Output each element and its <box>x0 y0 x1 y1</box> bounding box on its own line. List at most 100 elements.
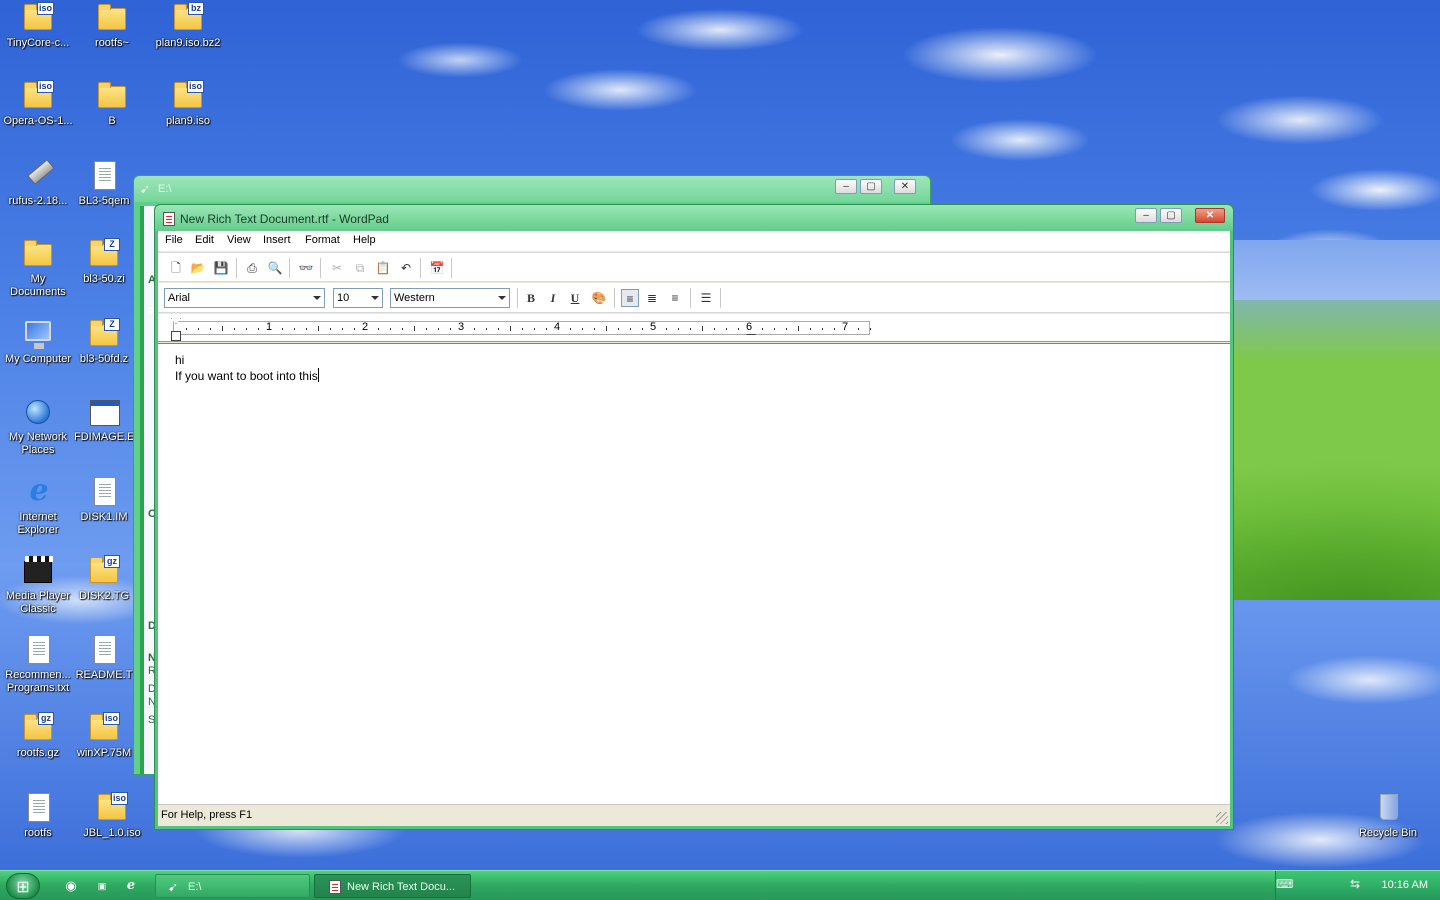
menu-edit[interactable]: Edit <box>195 234 214 246</box>
document-editor[interactable]: hi If you want to boot into this <box>158 343 1230 804</box>
new-icon[interactable]: 🗋 <box>167 259 185 277</box>
desktop-icon-label: TinyCore-c... <box>6 37 70 49</box>
media-player-icon <box>22 555 54 587</box>
undo-icon[interactable]: ↶ <box>397 259 415 277</box>
menu-format[interactable]: Format <box>305 234 340 246</box>
taskbar-button-wordpad[interactable]: New Rich Text Docu... <box>314 874 471 898</box>
explorer-maximize-button[interactable]: ▢ <box>860 179 882 194</box>
align-center-icon[interactable]: ≣ <box>643 289 661 307</box>
desktop-icon-bl3-50fd-zip[interactable]: Z bl3-50fd.z <box>74 318 134 366</box>
ruler-tick <box>798 326 799 331</box>
wordpad-window[interactable]: New Rich Text Document.rtf - WordPad – ▢… <box>154 204 1234 830</box>
quicklaunch-explorer-icon[interactable]: ◉ <box>63 878 79 894</box>
start-button[interactable] <box>6 873 40 899</box>
desktop-icon-rootfs-gz[interactable]: gz rootfs.gz <box>0 712 76 760</box>
desktop-icon-disk2[interactable]: gz DISK2.TG <box>74 555 134 603</box>
copy-icon[interactable]: ⧉ <box>351 259 369 277</box>
desktop-icon-bl3-50-zip[interactable]: Z bl3-50.zi <box>74 238 134 286</box>
desktop-icon-b[interactable]: B <box>74 80 150 128</box>
desktop-icon-label: My Computer <box>4 353 72 365</box>
wordpad-titlebar[interactable]: New Rich Text Document.rtf - WordPad – ▢… <box>155 205 1233 231</box>
desktop-icon-label: BL3-5qem <box>78 195 130 207</box>
desktop-icon-fdimage[interactable]: FDIMAGE.E <box>74 396 134 444</box>
keyboard-icon[interactable]: ⌨ <box>1276 877 1293 891</box>
ruler-tick <box>378 328 379 330</box>
desktop-icon-label: Recycle Bin <box>1358 827 1418 839</box>
wordpad-maximize-button[interactable]: ▢ <box>1160 208 1182 223</box>
underline-button[interactable]: U <box>566 289 584 307</box>
menu-help[interactable]: Help <box>353 234 376 246</box>
desktop-icon-network-places[interactable]: My Network Places <box>0 396 76 457</box>
desktop-icon-label: Internet Explorer <box>17 511 59 536</box>
drive-icon: ➹ <box>168 880 179 894</box>
explorer-minimize-button[interactable]: – <box>835 179 857 194</box>
desktop-icon-plan9-bz2[interactable]: bz plan9.iso.bz2 <box>150 2 226 50</box>
script-dropdown[interactable]: Western <box>390 288 510 308</box>
wordpad-close-button[interactable]: ✕ <box>1195 208 1225 223</box>
quicklaunch-media-player-icon[interactable]: ▣ <box>94 878 110 894</box>
left-indent-marker[interactable] <box>171 331 181 341</box>
date-time-icon[interactable]: 📅 <box>428 259 446 277</box>
font-name-dropdown[interactable]: Arial <box>164 288 325 308</box>
ruler-number: 2 <box>362 321 369 333</box>
ruler[interactable]: 1 2 3 4 5 6 7 <box>158 314 1230 342</box>
wordpad-minimize-button[interactable]: – <box>1135 208 1157 223</box>
italic-button[interactable]: I <box>544 289 562 307</box>
desktop-icon-recycle-bin[interactable]: Recycle Bin <box>1350 792 1426 840</box>
desktop-icon-my-documents[interactable]: My Documents <box>0 238 76 299</box>
paste-icon[interactable]: 📋 <box>374 259 392 277</box>
desktop-icon-rufus[interactable]: rufus-2.18... <box>0 159 76 208</box>
ruler-tick <box>570 328 571 330</box>
network-status-icon[interactable]: ⇆ <box>1350 877 1360 891</box>
menu-view[interactable]: View <box>227 234 251 246</box>
clock[interactable]: 10:16 AM <box>1382 879 1428 891</box>
desktop-icon-label: B <box>108 115 116 127</box>
align-right-icon[interactable]: ≡ <box>666 289 684 307</box>
desktop-icon-my-computer[interactable]: My Computer <box>0 318 76 366</box>
ruler-tick <box>222 326 223 331</box>
explorer-titlebar[interactable]: ➹ E:\ – ▢ ✕ <box>134 176 930 202</box>
desktop-icon-tinycore[interactable]: iso TinyCore-c... <box>0 2 76 50</box>
toolbar-separator <box>289 258 290 278</box>
color-icon[interactable]: 🎨 <box>590 289 608 307</box>
wordpad-app-icon[interactable] <box>163 212 175 226</box>
align-left-icon[interactable]: ≡ <box>621 289 639 307</box>
desktop-icon-jbl-iso[interactable]: iso JBL_1.0.iso <box>74 792 150 840</box>
resize-grip-icon[interactable] <box>1216 812 1228 824</box>
cut-icon[interactable]: ✂ <box>328 259 346 277</box>
desktop-icon-disk1[interactable]: DISK1.IM <box>74 476 134 524</box>
desktop-icon-bl3-5qem[interactable]: BL3-5qem <box>74 160 134 208</box>
ruler-tick <box>186 328 187 330</box>
ruler-tick <box>282 328 283 330</box>
desktop-icon-label: README.T <box>75 669 133 681</box>
desktop-icon-rootfs-tilde[interactable]: rootfs~ <box>74 2 150 50</box>
iso-folder-icon: iso <box>22 2 54 34</box>
desktop-icon-media-player[interactable]: Media Player Classic <box>0 555 76 616</box>
desktop-icon-opera-os[interactable]: iso Opera-OS-1... <box>0 80 76 128</box>
menu-file[interactable]: File <box>165 234 183 246</box>
desktop-icon-label: plan9.iso <box>165 115 211 127</box>
desktop-icon-winxp[interactable]: iso winXP.75M <box>74 712 134 760</box>
taskbar-button-explorer[interactable]: ➹ E:\ <box>155 874 310 898</box>
save-icon[interactable]: 💾 <box>212 259 230 277</box>
format-bar: Arial 10 Western B I U 🎨 ≡ ≣ ≡ ☰ <box>158 283 1230 313</box>
explorer-close-button[interactable]: ✕ <box>894 179 916 194</box>
find-icon[interactable]: 👓 <box>297 259 315 277</box>
bullets-icon[interactable]: ☰ <box>697 289 715 307</box>
quicklaunch-internet-explorer-icon[interactable]: e <box>123 878 139 894</box>
ruler-tick <box>594 328 595 330</box>
desktop-icon-label: Opera-OS-1... <box>3 115 73 127</box>
print-icon[interactable]: ⎙ <box>243 259 261 277</box>
font-size-dropdown[interactable]: 10 <box>333 288 383 308</box>
desktop-icon-recommended-programs[interactable]: Recommen... Programs.txt <box>0 634 76 695</box>
bold-button[interactable]: B <box>522 289 540 307</box>
iso-folder-icon: iso <box>172 80 204 112</box>
desktop-icon-plan9-iso[interactable]: iso plan9.iso <box>150 80 226 128</box>
desktop-icon-label: plan9.iso.bz2 <box>155 37 221 49</box>
open-icon[interactable]: 📂 <box>189 259 207 277</box>
desktop-icon-internet-explorer[interactable]: e Internet Explorer <box>0 476 76 537</box>
menu-insert[interactable]: Insert <box>263 234 291 246</box>
print-preview-icon[interactable]: 🔍 <box>266 259 284 277</box>
desktop-icon-rootfs[interactable]: rootfs <box>0 792 76 840</box>
desktop-icon-readme[interactable]: README.T <box>74 634 134 682</box>
